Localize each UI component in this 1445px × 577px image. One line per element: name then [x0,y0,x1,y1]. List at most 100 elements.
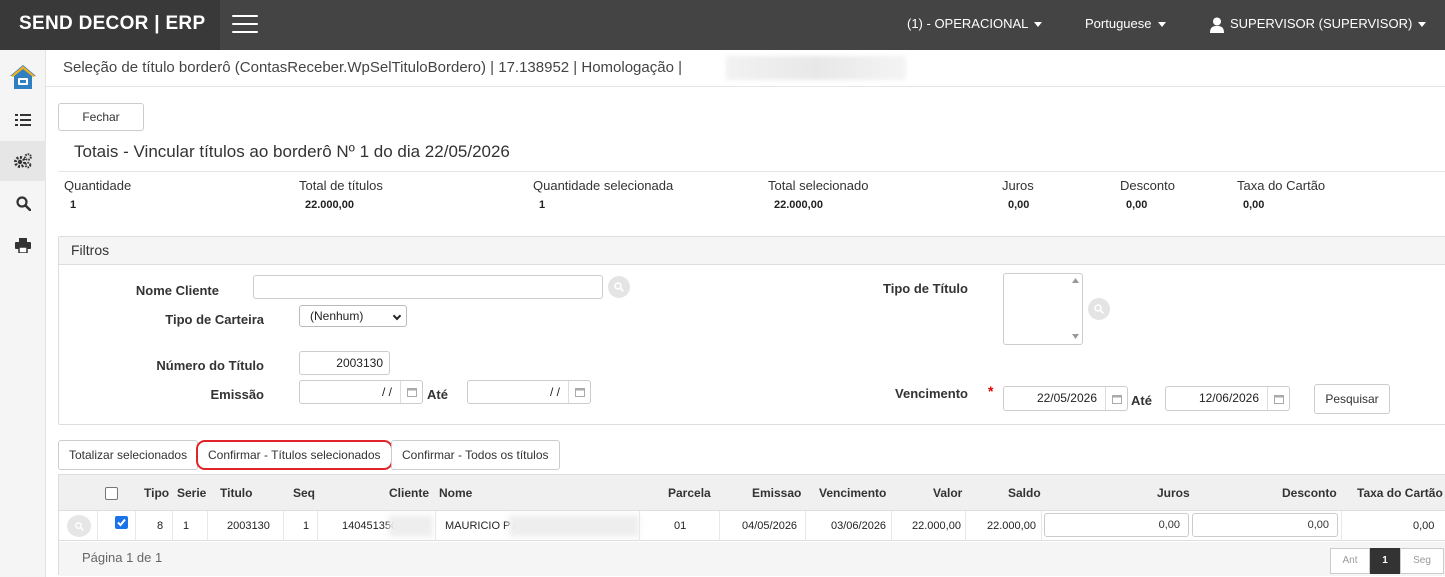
tipo-titulo-listbox[interactable] [1003,273,1083,345]
row-detail-button[interactable] [67,515,91,537]
emissao-label: Emissão [210,387,264,402]
search-button[interactable]: Pesquisar [1314,384,1390,414]
col-cliente[interactable]: Cliente [389,486,429,500]
top-navbar: SEND DECOR | ERP (1) - OPERACIONAL Portu… [0,0,1445,50]
select-all-checkbox[interactable] [105,487,118,500]
menu-toggle-icon[interactable] [232,15,258,35]
cell-seq: 1 [303,520,310,532]
vencimento-from-input[interactable]: 22/05/2026 [1003,386,1128,411]
emissao-to-input[interactable]: / / [467,380,591,404]
language-label: Portuguese [1085,16,1152,31]
calendar-icon[interactable] [568,381,590,403]
cell-valor: 22.000,00 [912,520,961,532]
search-tipo-titulo-button[interactable] [1088,298,1110,320]
col-saldo[interactable]: Saldo [1008,486,1041,500]
sidebar-item-settings[interactable] [0,141,46,181]
search-cliente-button[interactable] [608,276,630,298]
col-titulo[interactable]: Titulo [220,486,252,500]
cell-vencimento: 03/06/2026 [831,520,887,532]
sidebar [0,50,46,577]
vencimento-to-input[interactable]: 12/06/2026 [1165,386,1290,411]
vencimento-ate-label: Até [1131,393,1152,408]
tipo-carteira-select[interactable]: (Nenhum) [299,305,407,327]
redacted-area [509,515,639,537]
gears-icon [14,153,32,169]
col-desconto[interactable]: Desconto [1282,486,1337,500]
total-label-quantidade: Quantidade [64,178,132,193]
numero-titulo-input[interactable]: 2003130 [299,351,390,375]
total-value-qtd-selecionada: 1 [539,199,546,211]
col-parcela[interactable]: Parcela [668,486,711,500]
calendar-icon[interactable] [400,381,422,403]
cell-emissao: 04/05/2026 [742,520,798,532]
cell-desconto-input[interactable]: 0,00 [1192,513,1338,537]
confirm-selected-button[interactable]: Confirmar - Títulos selecionados [196,440,393,470]
cell-parcela: 01 [674,520,687,532]
total-selected-button[interactable]: Totalizar selecionados [58,440,199,470]
table-row[interactable]: 8 1 2003130 1 140451350 MAURICIO P A 01 … [59,511,1445,541]
cell-tipo: 8 [157,520,164,532]
next-page-button[interactable]: Seg [1400,548,1444,574]
total-label-qtd-selecionada: Quantidade selecionada [533,178,674,193]
language-dropdown[interactable]: Portuguese [1085,0,1166,50]
chevron-down-icon [1157,22,1166,28]
calendar-icon[interactable] [1267,387,1289,410]
confirm-all-button[interactable]: Confirmar - Todos os títulos [391,440,560,470]
close-button[interactable]: Fechar [58,103,144,131]
emissao-to-value: / / [549,385,560,399]
page-summary: Página 1 de 1 [82,550,163,565]
scroll-down-icon[interactable] [1072,334,1079,339]
col-serie[interactable]: Serie [177,486,206,500]
user-label: SUPERVISOR (SUPERVISOR) [1230,16,1413,31]
nome-cliente-input[interactable] [253,275,603,299]
search-icon [74,521,84,531]
total-label-desconto: Desconto [1120,178,1175,193]
brand-logo[interactable]: SEND DECOR | ERP [0,0,220,50]
filters-title: Filtros [59,237,1445,265]
sidebar-item-search[interactable] [0,183,46,223]
row-checkbox[interactable] [115,516,128,529]
total-value-total-selecionado: 22.000,00 [774,199,823,211]
chevron-down-icon [1418,22,1427,28]
tipo-carteira-value: (Nenhum) [310,309,364,323]
emissao-from-value: / / [381,385,392,399]
sidebar-item-list[interactable] [0,100,46,140]
tipo-titulo-label: Tipo de Título [883,281,968,296]
chevron-down-icon [392,311,402,321]
totals-title: Totais - Vincular títulos ao borderô Nº … [74,142,510,161]
chevron-down-icon [1034,22,1043,28]
cell-saldo: 22.000,00 [987,520,1036,532]
col-emissao[interactable]: Emissao [752,486,801,500]
redacted-area [726,56,906,80]
titles-grid: Tipo Serie Titulo Seq Cliente Nome Parce… [58,474,1445,576]
col-valor[interactable]: Valor [933,486,962,500]
cell-serie: 1 [183,520,190,532]
emissao-ate-label: Até [427,387,448,402]
vencimento-label: Vencimento [895,386,968,401]
required-marker: * [988,383,994,399]
prev-page-button[interactable]: Ant [1330,548,1370,574]
emissao-from-input[interactable]: / / [299,380,423,404]
divider [58,171,1445,172]
calendar-icon[interactable] [1105,387,1127,410]
total-value-total-titulos: 22.000,00 [305,199,354,211]
sidebar-item-home[interactable] [0,54,46,100]
col-seq[interactable]: Seq [293,486,315,500]
col-vencimento[interactable]: Vencimento [819,486,886,500]
cell-juros-input[interactable]: 0,00 [1044,513,1189,537]
col-tipo[interactable]: Tipo [144,486,169,500]
col-juros[interactable]: Juros [1157,486,1190,500]
vencimento-from-value: 22/05/2026 [1036,391,1097,405]
col-nome[interactable]: Nome [439,486,472,500]
company-dropdown[interactable]: (1) - OPERACIONAL [907,0,1043,50]
col-taxa-cartao[interactable]: Taxa do Cartão [1357,486,1443,500]
list-icon [15,114,31,126]
redacted-area [389,515,433,537]
sidebar-item-print[interactable] [0,225,46,265]
total-label-juros: Juros [1002,178,1034,193]
scroll-up-icon[interactable] [1072,278,1079,283]
user-dropdown[interactable]: SUPERVISOR (SUPERVISOR) [1210,0,1427,50]
current-page-button[interactable]: 1 [1370,548,1400,574]
cell-taxa-cartao: 0,00 [1413,520,1435,532]
cell-titulo: 2003130 [227,520,270,532]
